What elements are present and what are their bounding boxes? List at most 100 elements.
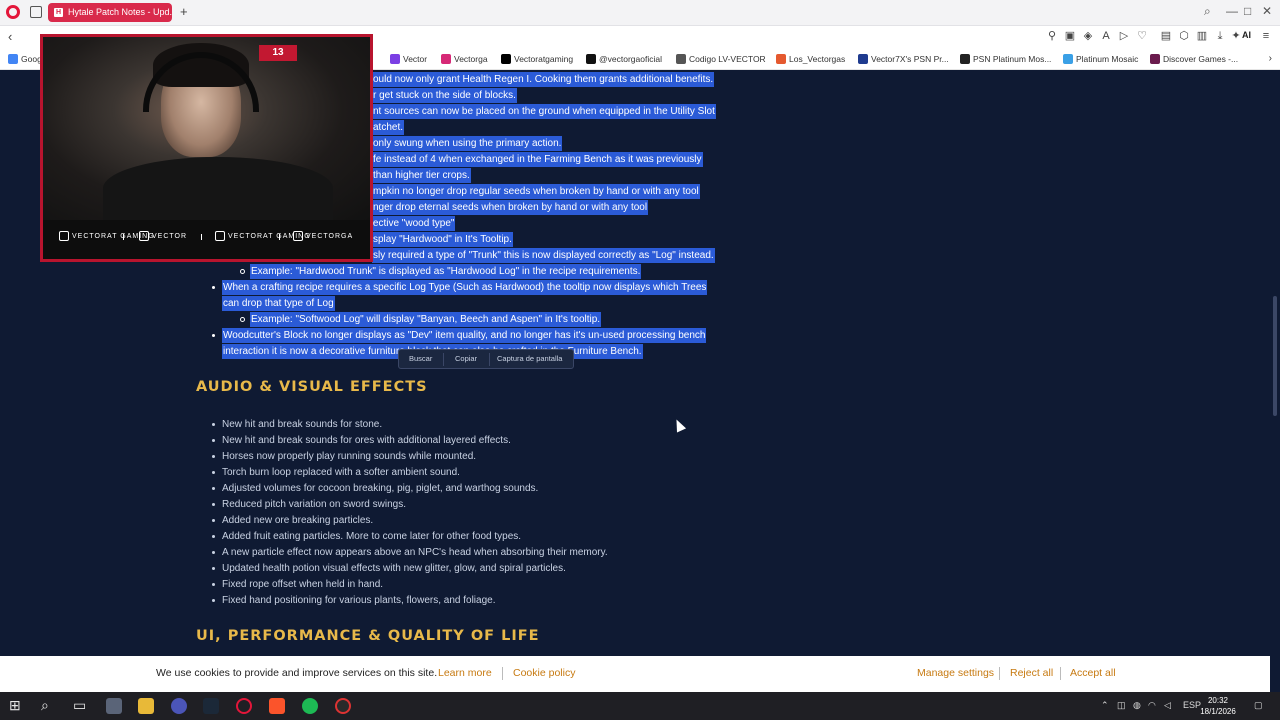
bookmark-item[interactable]: Vector xyxy=(390,53,427,65)
spotify-icon[interactable] xyxy=(302,698,318,714)
hytale-favicon-icon: H xyxy=(54,8,63,17)
webcam-overlay: 13 VECTORAT GAMING VECTOR VECTORAT GAMIN… xyxy=(40,34,373,262)
translate-icon[interactable]: A xyxy=(1100,30,1112,42)
discord-icon[interactable] xyxy=(171,698,187,714)
obs-icon[interactable] xyxy=(335,698,351,714)
cookie-message: We use cookies to provide and improve se… xyxy=(156,667,438,679)
system-clock[interactable]: 20:32 18/1/2026 xyxy=(1200,695,1236,717)
brave-icon[interactable] xyxy=(269,698,285,714)
maximize-icon[interactable]: □ xyxy=(1244,4,1251,18)
download-icon[interactable]: ⤓ xyxy=(1214,30,1226,42)
extensions-icon[interactable]: ⬡ xyxy=(1178,30,1190,42)
search-menu-item[interactable]: Buscar xyxy=(409,354,432,363)
network-tray-icon[interactable]: ◫ xyxy=(1117,700,1126,711)
twitch-icon xyxy=(139,231,149,241)
pin-icon[interactable]: ⚲ xyxy=(1046,30,1058,42)
heart-icon[interactable]: ♡ xyxy=(1136,30,1148,42)
ai-button[interactable]: AI xyxy=(1242,30,1251,40)
language-indicator[interactable]: ESP xyxy=(1183,700,1201,710)
selected-text-line[interactable]: than higher tier crops. xyxy=(372,168,471,183)
selected-sublist-item[interactable]: Example: "Hardwood Trunk" is displayed a… xyxy=(239,264,642,279)
list-item: Updated health potion visual effects wit… xyxy=(212,563,566,574)
back-icon[interactable]: ‹ xyxy=(8,29,12,44)
cookie-banner: We use cookies to provide and improve se… xyxy=(0,656,1270,692)
list-item: Horses now properly play running sounds … xyxy=(211,451,477,462)
selected-sublist-item[interactable]: Example: "Softwood Log" will display "Ba… xyxy=(239,312,602,327)
learn-more-link[interactable]: Learn more xyxy=(438,667,492,679)
wand-icon[interactable]: ✦ xyxy=(1230,30,1242,42)
app-icon[interactable] xyxy=(106,698,122,714)
manage-settings-button[interactable]: Manage settings xyxy=(917,667,994,679)
divider xyxy=(443,353,444,366)
selected-list-item[interactable]: When a crafting recipe requires a specif… xyxy=(211,280,708,295)
bookmark-item[interactable]: @vectorgaoficial xyxy=(586,53,662,65)
tabs-icon[interactable] xyxy=(30,6,42,18)
bookmark-item[interactable]: Discover Games -... xyxy=(1150,53,1238,65)
selected-list-item[interactable]: Woodcutter's Block no longer displays as… xyxy=(211,328,707,343)
streamer-body xyxy=(103,157,333,220)
bookmarks-more-icon[interactable]: › xyxy=(1269,53,1272,64)
copy-menu-item[interactable]: Copiar xyxy=(455,354,477,363)
selected-text-line[interactable]: only swung when using the primary action… xyxy=(372,136,563,151)
search-tabs-icon[interactable]: ⌕ xyxy=(1204,4,1211,19)
bookmark-item[interactable]: Vectorga xyxy=(441,53,488,65)
opera-taskbar-icon[interactable] xyxy=(236,698,252,714)
bookmark-label: Discover Games -... xyxy=(1163,54,1239,64)
selected-text-line[interactable]: mpkin no longer drop regular seeds when … xyxy=(372,184,700,199)
selected-text-line[interactable]: nger drop eternal seeds when broken by h… xyxy=(372,200,649,215)
close-window-icon[interactable]: ✕ xyxy=(1262,4,1272,18)
play-icon[interactable]: ▷ xyxy=(1118,30,1130,42)
list-item: A new particle effect now appears above … xyxy=(212,547,608,558)
menu-icon[interactable]: ≡ xyxy=(1260,30,1272,42)
list-item: Added fruit eating particles. More to co… xyxy=(211,531,522,542)
section-heading-ui: UI, PERFORMANCE & QUALITY OF LIFE xyxy=(196,628,540,644)
task-view-icon[interactable]: ▭ xyxy=(73,697,86,713)
reject-all-button[interactable]: Reject all xyxy=(1010,667,1053,679)
selected-text-line[interactable]: r get stuck on the side of blocks. xyxy=(372,88,517,103)
opera-logo-icon[interactable] xyxy=(6,5,20,19)
selected-text-line[interactable]: sly required a type of "Trunk" this is n… xyxy=(372,248,715,263)
bookmark-item[interactable]: Vectoratgaming xyxy=(501,53,573,65)
new-tab-icon[interactable]: + xyxy=(180,4,188,19)
streamer-video: 13 xyxy=(43,37,370,220)
snapshot-icon[interactable]: ▣ xyxy=(1064,30,1076,42)
sidebar-icon[interactable]: ▥ xyxy=(1196,30,1208,42)
tray-chevron-icon[interactable]: ⌃ xyxy=(1101,700,1109,711)
divider xyxy=(502,667,503,680)
discover-games-icon xyxy=(1150,54,1160,64)
list-item: New hit and break sounds for stone. xyxy=(211,419,383,430)
youtube-icon xyxy=(59,231,69,241)
minimize-icon[interactable]: — xyxy=(1226,4,1238,18)
instagram-icon xyxy=(293,231,303,241)
bookmark-item[interactable]: PSN Platinum Mos... xyxy=(960,53,1051,65)
selected-text-line[interactable]: nt sources can now be placed on the grou… xyxy=(372,104,716,119)
bookmark-item[interactable]: Platinum Mosaic xyxy=(1063,53,1138,65)
selected-text-line[interactable]: ould now only grant Health Regen I. Cook… xyxy=(372,72,715,87)
screenshot-menu-item[interactable]: Captura de pantalla xyxy=(497,354,562,363)
cookie-policy-link[interactable]: Cookie policy xyxy=(513,667,575,679)
wifi-icon[interactable]: ◠ xyxy=(1148,700,1156,711)
extension-d-icon[interactable]: ▤ xyxy=(1160,30,1172,42)
accept-all-button[interactable]: Accept all xyxy=(1070,667,1116,679)
scrollbar-thumb[interactable] xyxy=(1273,296,1277,416)
file-explorer-icon[interactable] xyxy=(138,698,154,714)
shield-icon[interactable]: ◈ xyxy=(1082,30,1094,42)
bookmark-label: Codigo LV-VECTOR xyxy=(689,54,766,64)
selected-text-line[interactable]: fe instead of 4 when exchanged in the Fa… xyxy=(372,152,703,167)
notifications-icon[interactable]: ▢ xyxy=(1254,700,1263,711)
windows-start-icon[interactable]: ⊞ xyxy=(9,697,21,713)
page-scrollbar[interactable] xyxy=(1270,70,1280,692)
social-label: VECTORGA xyxy=(306,233,354,240)
selected-text-line[interactable]: atchet. xyxy=(372,120,405,135)
bookmark-item[interactable]: Los_Vectorgas xyxy=(776,53,845,65)
selected-text-line[interactable]: can drop that type of Log xyxy=(222,296,335,311)
search-icon[interactable]: ⌕ xyxy=(41,697,49,713)
bookmark-item[interactable]: Goog xyxy=(8,53,42,65)
steam-icon[interactable] xyxy=(203,698,219,714)
tab-active[interactable]: H Hytale Patch Notes - Upd... × xyxy=(48,3,172,22)
volume-icon[interactable]: ◁ xyxy=(1164,700,1171,711)
mic-icon[interactable]: ◍ xyxy=(1133,700,1141,711)
bookmark-item[interactable]: Vector7X's PSN Pr... xyxy=(858,53,949,65)
bookmark-item[interactable]: Codigo LV-VECTOR xyxy=(676,53,766,65)
selected-text-line[interactable]: splay "Hardwood" in It's Tooltip. xyxy=(372,232,513,247)
